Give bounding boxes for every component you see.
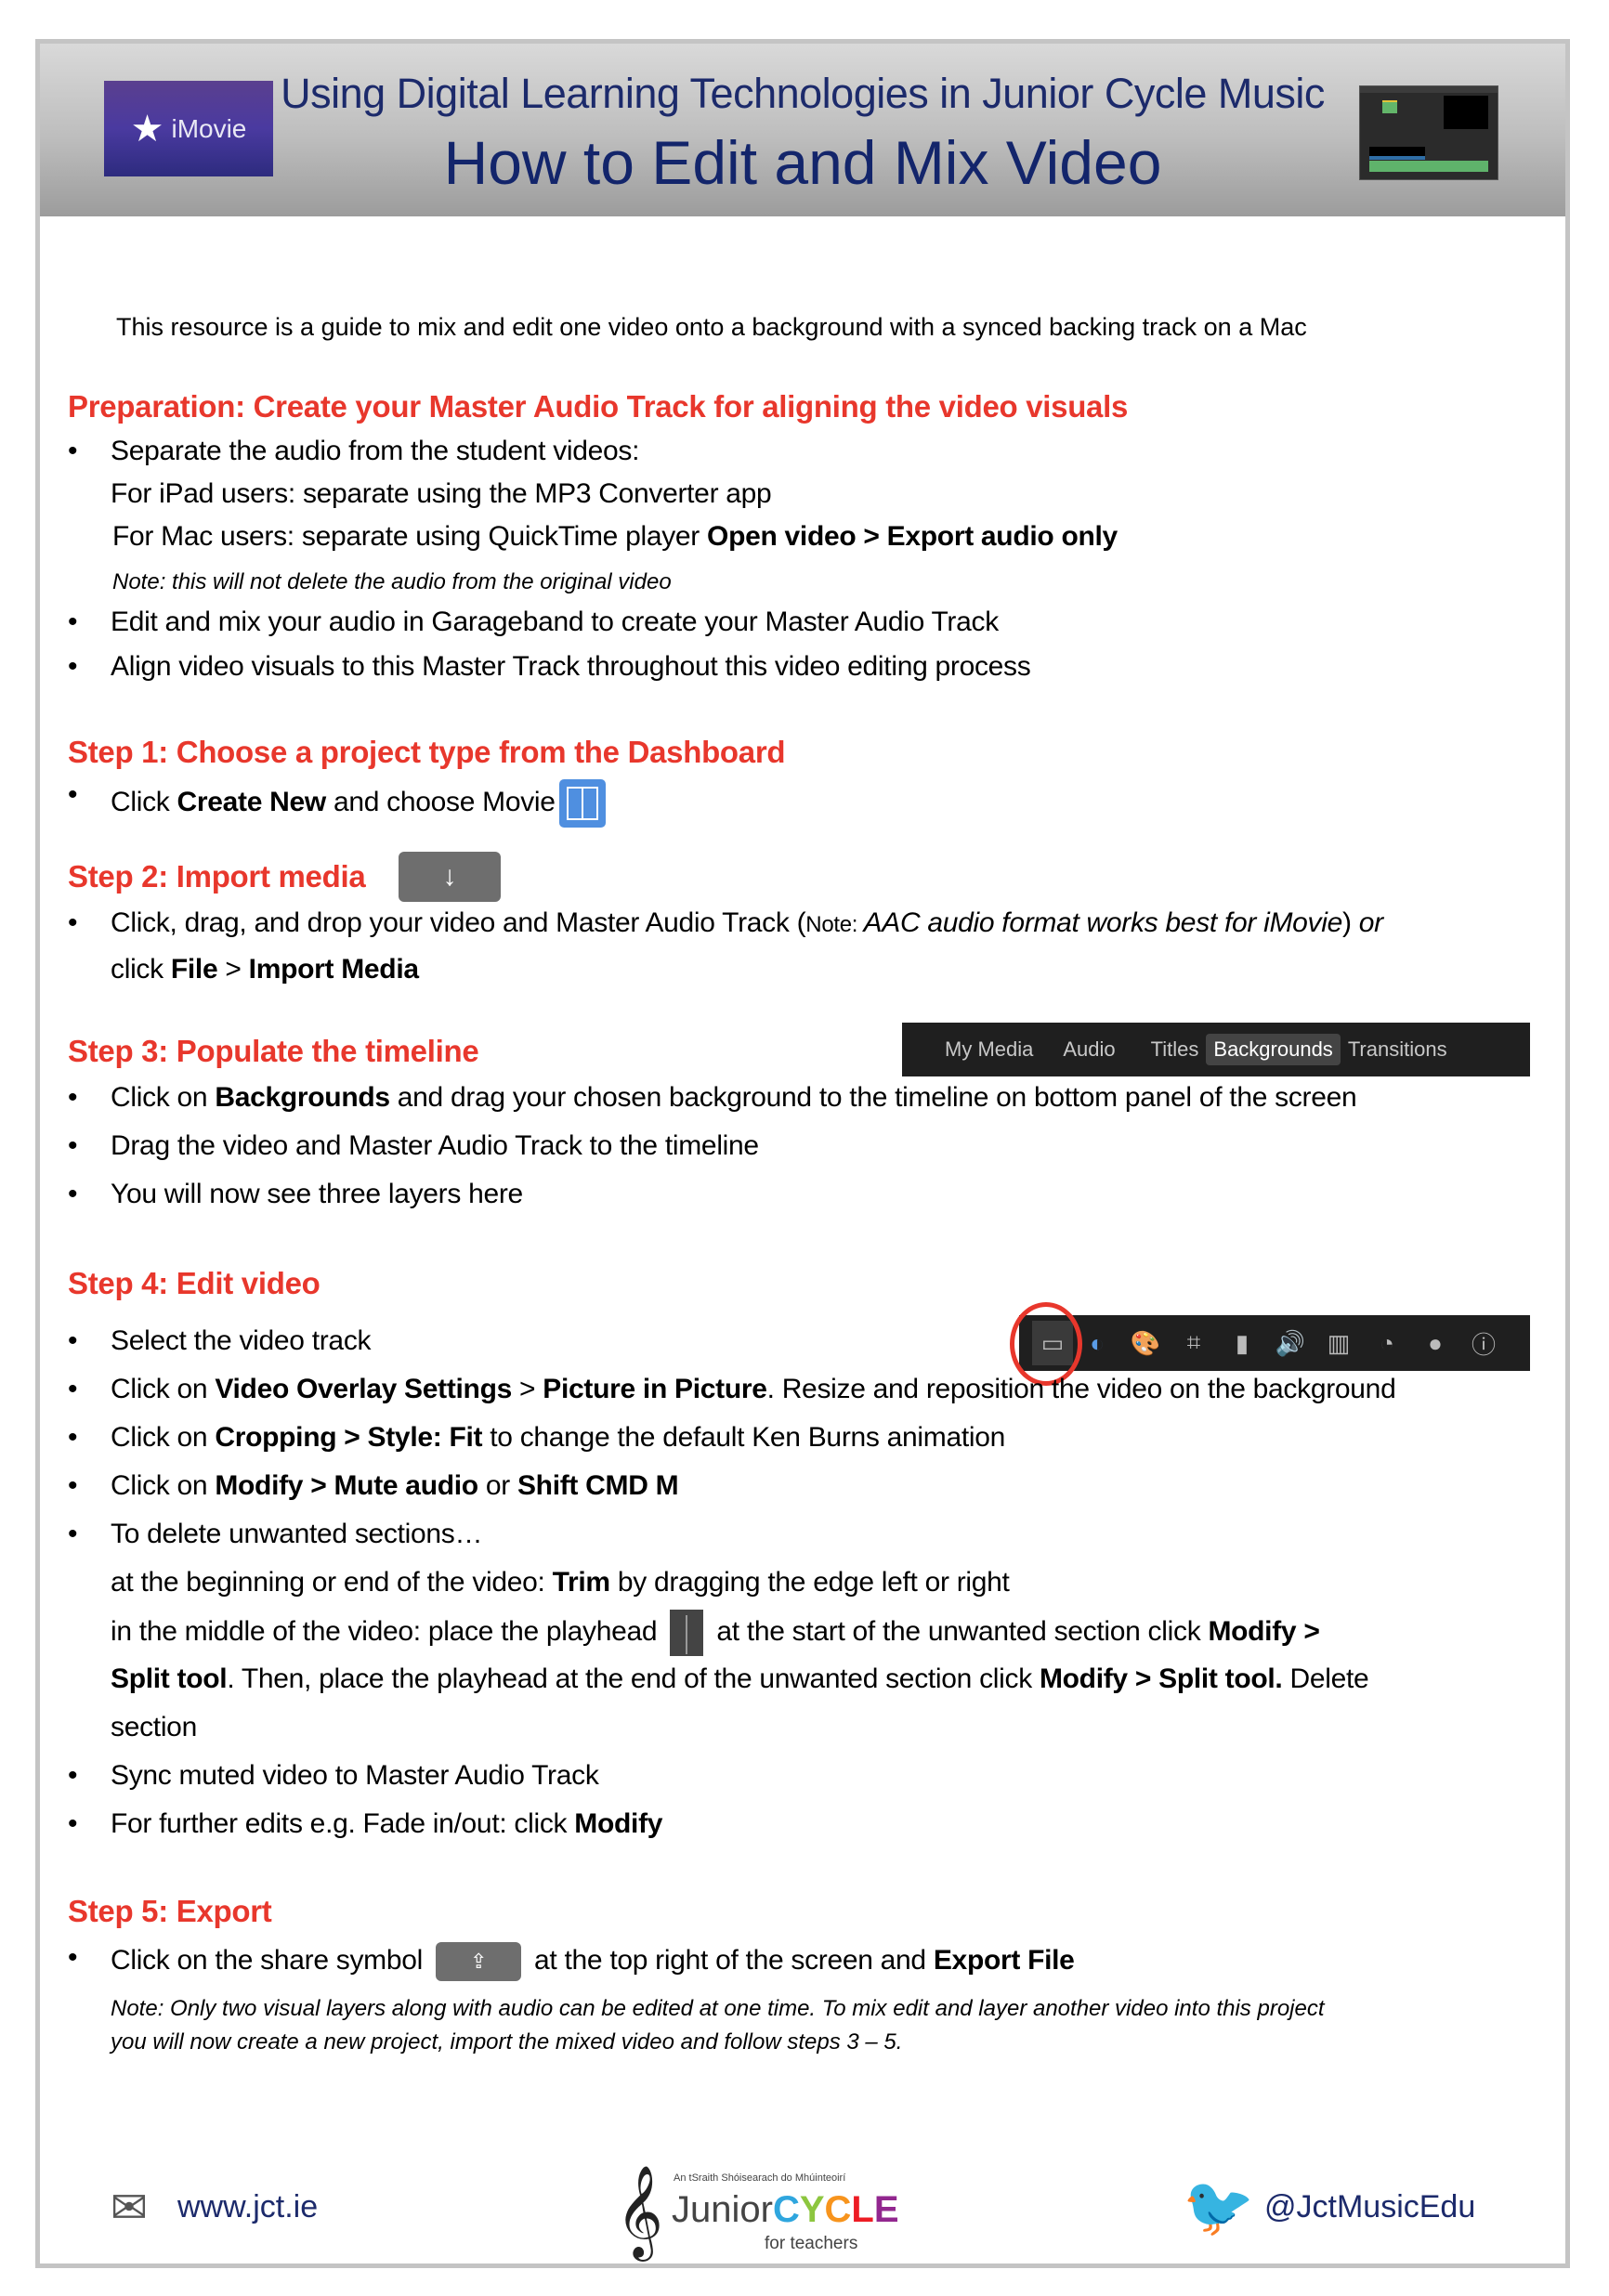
website-link[interactable]: www.jct.ie	[177, 2189, 318, 2225]
list-item-continuation: click File > Import Media	[111, 954, 419, 985]
media-browser-tabs: My Media Audio Titles Backgrounds Transi…	[902, 1023, 1530, 1076]
tab-audio: Audio	[1063, 1037, 1116, 1061]
list-item: Click on Video Overlay Settings > Pictur…	[68, 1374, 1396, 1405]
crop-icon: ⌗	[1186, 1328, 1201, 1356]
list-item: Click on Cropping > Style: Fit to change…	[68, 1422, 1005, 1454]
email-icon: ✉	[110, 2184, 149, 2233]
list-item-continuation: at the beginning or end of the video: Tr…	[111, 1567, 1010, 1598]
header-banner: ★ iMovie Using Digital Learning Technolo…	[40, 44, 1565, 216]
import-media-icon: ↓	[399, 852, 501, 902]
twitter-handle-link[interactable]: @JctMusicEdu	[1264, 2189, 1475, 2225]
preparation-note: Note: this will not delete the audio fro…	[112, 569, 672, 594]
junior-cycle-logo: 𝄞 An tSraith Shóisearach do Mhúinteoirí …	[616, 2165, 899, 2258]
speed-icon: ◔	[1380, 1328, 1394, 1357]
clip-filter-icon: ●	[1428, 1328, 1443, 1357]
list-item: Click Create New and choose Movie	[68, 779, 606, 828]
preparation-heading: Preparation: Create your Master Audio Tr…	[68, 389, 1129, 424]
list-item: Separate the audio from the student vide…	[68, 436, 639, 467]
list-item: Sync muted video to Master Audio Track	[68, 1760, 599, 1792]
imovie-screenshot-thumbnail	[1359, 85, 1498, 180]
list-item: Select the video track	[68, 1325, 372, 1357]
share-icon: ⇪	[436, 1942, 522, 1981]
page-frame: ★ iMovie Using Digital Learning Technolo…	[35, 39, 1570, 2268]
step3-heading: Step 3: Populate the timeline	[68, 1034, 479, 1068]
movie-icon	[558, 779, 606, 828]
list-item: For further edits e.g. Fade in/out: clic…	[68, 1808, 662, 1840]
list-item: Align video visuals to this Master Track…	[68, 651, 1031, 683]
list-item-continuation: in the middle of the video: place the pl…	[111, 1610, 1320, 1656]
logo-irish-text: An tSraith Shóisearach do Mhúinteoirí	[674, 2172, 846, 2184]
step2-heading: Step 2: Import media	[68, 859, 366, 894]
step1-heading: Step 1: Choose a project type from the D…	[68, 735, 786, 769]
header-subtitle: Using Digital Learning Technologies in J…	[281, 70, 1325, 117]
color-correction-icon: 🎨	[1130, 1328, 1161, 1357]
tab-titles: Titles	[1150, 1037, 1199, 1061]
tab-backgrounds: Backgrounds	[1206, 1034, 1341, 1065]
list-item-ipad: For iPad users: separate using the MP3 C…	[111, 478, 772, 509]
footer: ✉ www.jct.ie 𝄞 An tSraith Shóisearach do…	[40, 2161, 1565, 2263]
list-item: Edit and mix your audio in Garageband to…	[68, 607, 999, 638]
list-item-mac: For Mac users: separate using QuickTime …	[112, 521, 1118, 552]
list-item-continuation: Split tool. Then, place the playhead at …	[111, 1663, 1369, 1694]
list-item-continuation: section	[111, 1712, 197, 1742]
list-item: Click on Backgrounds and drag your chose…	[68, 1082, 1357, 1114]
adjustments-toolbar: ▭ ◐ 🎨 ⌗ ▮ 🔊 ▥ ◔ ● ⓘ	[1019, 1315, 1530, 1371]
logo-teachers-text: for teachers	[765, 2234, 858, 2253]
step5-heading: Step 5: Export	[68, 1894, 272, 1928]
logo-junior-cycle-text: JuniorCYCLE	[672, 2189, 899, 2230]
list-item: You will now see three layers here	[68, 1179, 523, 1210]
page-title: How to Edit and Mix Video	[443, 128, 1162, 197]
noise-reduction-icon: ▥	[1327, 1328, 1351, 1357]
tab-transitions: Transitions	[1347, 1037, 1447, 1061]
list-item: Click on Modify > Mute audio or Shift CM…	[68, 1470, 679, 1502]
stabilization-icon: ▮	[1235, 1328, 1249, 1357]
list-item: Click on the share symbol ⇪ at the top r…	[68, 1942, 1075, 1981]
export-note-line1: Note: Only two visual layers along with …	[111, 1996, 1325, 2021]
twitter-bird-icon: 🐦	[1183, 2175, 1255, 2239]
export-note-line2: you will now create a new project, impor…	[111, 2029, 903, 2055]
step4-heading: Step 4: Edit video	[68, 1266, 320, 1300]
list-item: Drag the video and Master Audio Track to…	[68, 1130, 759, 1162]
info-icon: ⓘ	[1471, 1330, 1496, 1359]
treble-clef-icon: 𝄞	[616, 2165, 663, 2258]
volume-icon: 🔊	[1275, 1328, 1306, 1357]
tab-my-media: My Media	[945, 1037, 1034, 1061]
intro-text: This resource is a guide to mix and edit…	[116, 313, 1307, 341]
playhead-icon	[670, 1610, 704, 1656]
list-item: To delete unwanted sections…	[68, 1519, 483, 1550]
list-item: Click, drag, and drop your video and Mas…	[68, 907, 1383, 939]
